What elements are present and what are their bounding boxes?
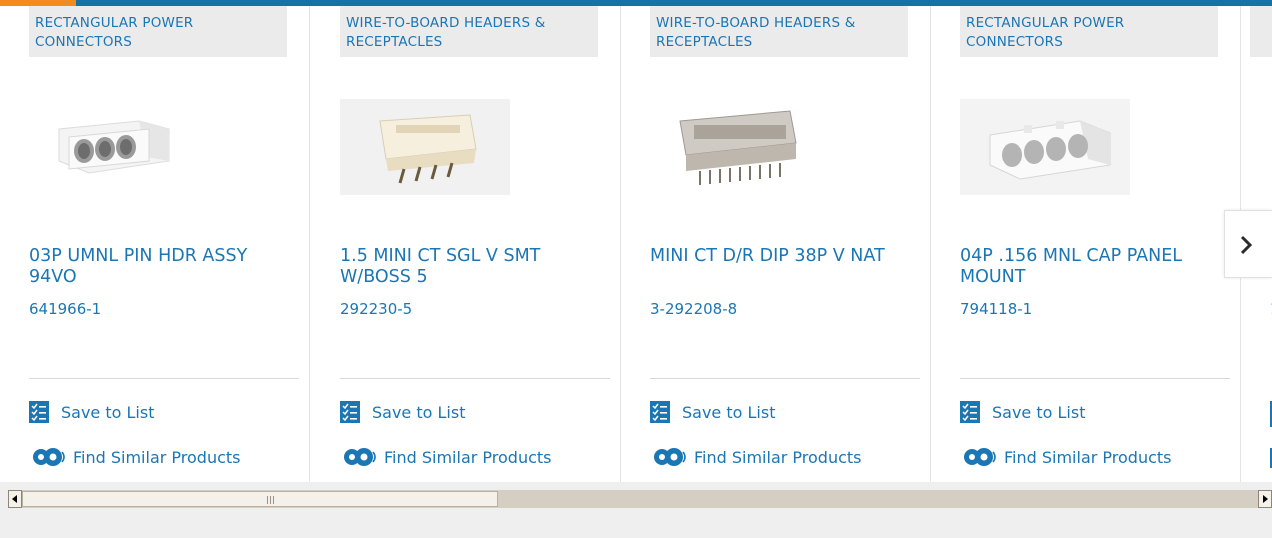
divider: [650, 378, 920, 379]
product-card: WIRE-TO-BOARD HEADERS & RECEPTACLES 1.5 …: [311, 6, 621, 482]
find-similar-products-label: Find Similar Products: [73, 447, 241, 467]
scroll-left-button[interactable]: [8, 490, 22, 508]
product-title[interactable]: 1.5 MINI CT SGL V SMT W/BOSS 5: [340, 246, 610, 288]
checklist-icon: [960, 401, 980, 423]
save-to-list-button[interactable]: Save to List: [960, 401, 1085, 423]
gears-icon: [964, 448, 996, 466]
category-label[interactable]: WIRE-TO-BOARD HEADERS & RECEPTACLES: [650, 6, 908, 57]
triangle-left-icon: [12, 495, 17, 503]
gears-icon: [33, 448, 65, 466]
checklist-icon: [340, 401, 360, 423]
find-similar-products-label: Find Similar Products: [694, 447, 862, 467]
product-image[interactable]: [29, 99, 199, 195]
find-similar-products-label: Find Similar Products: [384, 447, 552, 467]
find-similar-products-button[interactable]: Find Similar Products: [960, 446, 1172, 468]
category-label[interactable]: RECTANGULAR POWER CONNECTORS: [29, 6, 287, 57]
find-similar-products-label: Find Similar Products: [1004, 447, 1172, 467]
part-number[interactable]: 3-292208-8: [650, 300, 737, 318]
scroll-right-button[interactable]: [1258, 490, 1272, 508]
page-footer: [0, 508, 1272, 538]
checklist-icon: [29, 401, 49, 423]
save-to-list-button[interactable]: Save to List: [29, 401, 154, 423]
grip-icon: [267, 496, 274, 504]
triangle-right-icon: [1263, 495, 1268, 503]
divider: [340, 378, 610, 379]
chevron-right-icon: [1240, 235, 1253, 255]
product-image[interactable]: [650, 99, 820, 195]
find-similar-products-button[interactable]: Find Similar Products: [340, 446, 552, 468]
horizontal-scrollbar[interactable]: [8, 490, 1272, 508]
find-similar-products-button[interactable]: Find Similar Products: [29, 446, 241, 468]
category-label[interactable]: [1250, 6, 1272, 57]
save-to-list-button[interactable]: Save to List: [650, 401, 775, 423]
part-number[interactable]: 292230-5: [340, 300, 412, 318]
save-to-list-button[interactable]: Save to List: [340, 401, 465, 423]
product-image[interactable]: [960, 99, 1130, 195]
product-card: RECTANGULAR POWER CONNECTORS 03P UMNL PI…: [0, 6, 310, 482]
card-divider: [309, 6, 310, 482]
category-label[interactable]: WIRE-TO-BOARD HEADERS & RECEPTACLES: [340, 6, 598, 57]
carousel-next-button[interactable]: [1224, 210, 1272, 278]
save-to-list-label: Save to List: [61, 402, 155, 422]
part-number[interactable]: 794118-1: [960, 300, 1032, 318]
gears-icon: [344, 448, 376, 466]
product-title[interactable]: MINI CT D/R DIP 38P V NAT: [650, 246, 920, 267]
footer-strip: [0, 482, 1272, 490]
category-label[interactable]: RECTANGULAR POWER CONNECTORS: [960, 6, 1218, 57]
scrollbar-thumb[interactable]: [22, 491, 498, 507]
find-similar-products-button[interactable]: Find Similar Products: [650, 446, 862, 468]
save-to-list-label: Save to List: [372, 402, 466, 422]
part-number[interactable]: 641966-1: [29, 300, 101, 318]
checklist-icon: [650, 401, 670, 423]
product-card: WIRE-TO-BOARD HEADERS & RECEPTACLES MINI…: [621, 6, 931, 482]
divider: [960, 378, 1230, 379]
product-carousel: RECTANGULAR POWER CONNECTORS 03P UMNL PI…: [0, 6, 1272, 482]
product-image[interactable]: [340, 99, 510, 195]
save-to-list-label: Save to List: [682, 402, 776, 422]
divider: [29, 378, 299, 379]
product-title[interactable]: 04P .156 MNL CAP PANEL MOUNT: [960, 246, 1230, 288]
save-to-list-label: Save to List: [992, 402, 1086, 422]
scrollbar-gutter: [0, 490, 8, 508]
product-card: RECTANGULAR POWER CONNECTORS 04P .156 MN…: [931, 6, 1241, 482]
product-title[interactable]: 03P UMNL PIN HDR ASSY 94VO: [29, 246, 299, 288]
gears-icon: [654, 448, 686, 466]
